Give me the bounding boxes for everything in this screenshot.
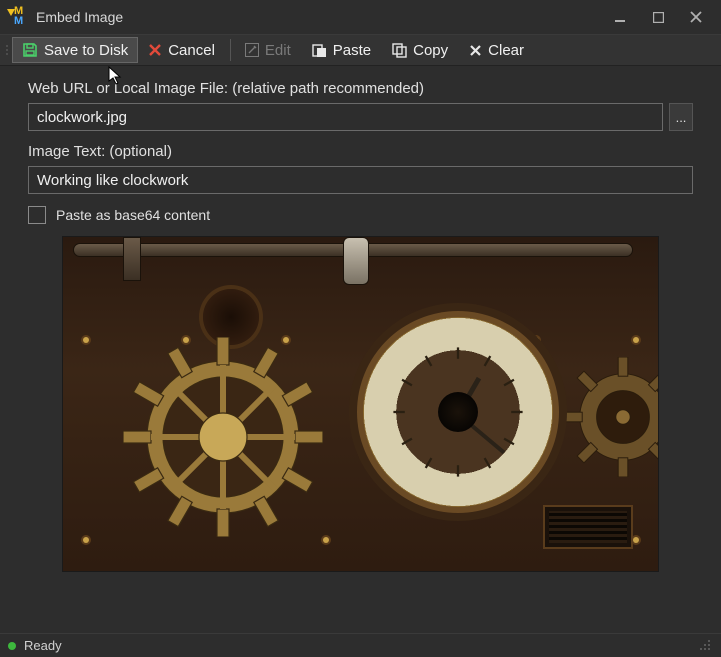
clear-icon bbox=[469, 44, 482, 57]
titlebar: M M Embed Image bbox=[0, 0, 721, 34]
base64-label: Paste as base64 content bbox=[56, 207, 210, 223]
paste-label: Paste bbox=[333, 42, 371, 59]
browse-label: ... bbox=[676, 110, 687, 125]
url-label: Web URL or Local Image File: (relative p… bbox=[28, 80, 693, 97]
copy-label: Copy bbox=[413, 42, 448, 59]
url-input[interactable] bbox=[28, 103, 663, 131]
maximize-button[interactable] bbox=[641, 3, 675, 31]
window-title: Embed Image bbox=[36, 9, 123, 25]
resize-grip[interactable] bbox=[699, 639, 713, 653]
save-to-disk-button[interactable]: Save to Disk bbox=[12, 37, 138, 63]
image-preview bbox=[62, 236, 659, 572]
close-button[interactable] bbox=[679, 3, 713, 31]
toolbar-grip[interactable] bbox=[4, 35, 10, 65]
copy-icon bbox=[392, 43, 407, 58]
image-text-label: Image Text: (optional) bbox=[28, 143, 693, 160]
save-label: Save to Disk bbox=[44, 42, 128, 59]
browse-button[interactable]: ... bbox=[669, 103, 693, 131]
toolbar: Save to Disk Cancel Edit Paste Copy Clea… bbox=[0, 34, 721, 66]
cancel-button[interactable]: Cancel bbox=[138, 35, 226, 65]
status-text: Ready bbox=[24, 638, 62, 653]
minimize-button[interactable] bbox=[603, 3, 637, 31]
toolbar-separator bbox=[230, 39, 231, 61]
statusbar: Ready bbox=[0, 633, 721, 657]
clear-button[interactable]: Clear bbox=[459, 35, 535, 65]
save-icon bbox=[22, 42, 38, 58]
cancel-icon bbox=[148, 43, 162, 57]
status-indicator-icon bbox=[8, 642, 16, 650]
image-text-input[interactable] bbox=[28, 166, 693, 194]
edit-button: Edit bbox=[235, 35, 302, 65]
dialog-body: Web URL or Local Image File: (relative p… bbox=[0, 66, 721, 572]
edit-label: Edit bbox=[265, 42, 291, 59]
copy-button[interactable]: Copy bbox=[382, 35, 459, 65]
app-icon: M M bbox=[6, 6, 28, 28]
base64-checkbox[interactable] bbox=[28, 206, 46, 224]
paste-button[interactable]: Paste bbox=[302, 35, 382, 65]
paste-icon bbox=[312, 43, 327, 58]
cancel-label: Cancel bbox=[168, 42, 215, 59]
edit-icon bbox=[245, 43, 259, 57]
clear-label: Clear bbox=[488, 42, 524, 59]
